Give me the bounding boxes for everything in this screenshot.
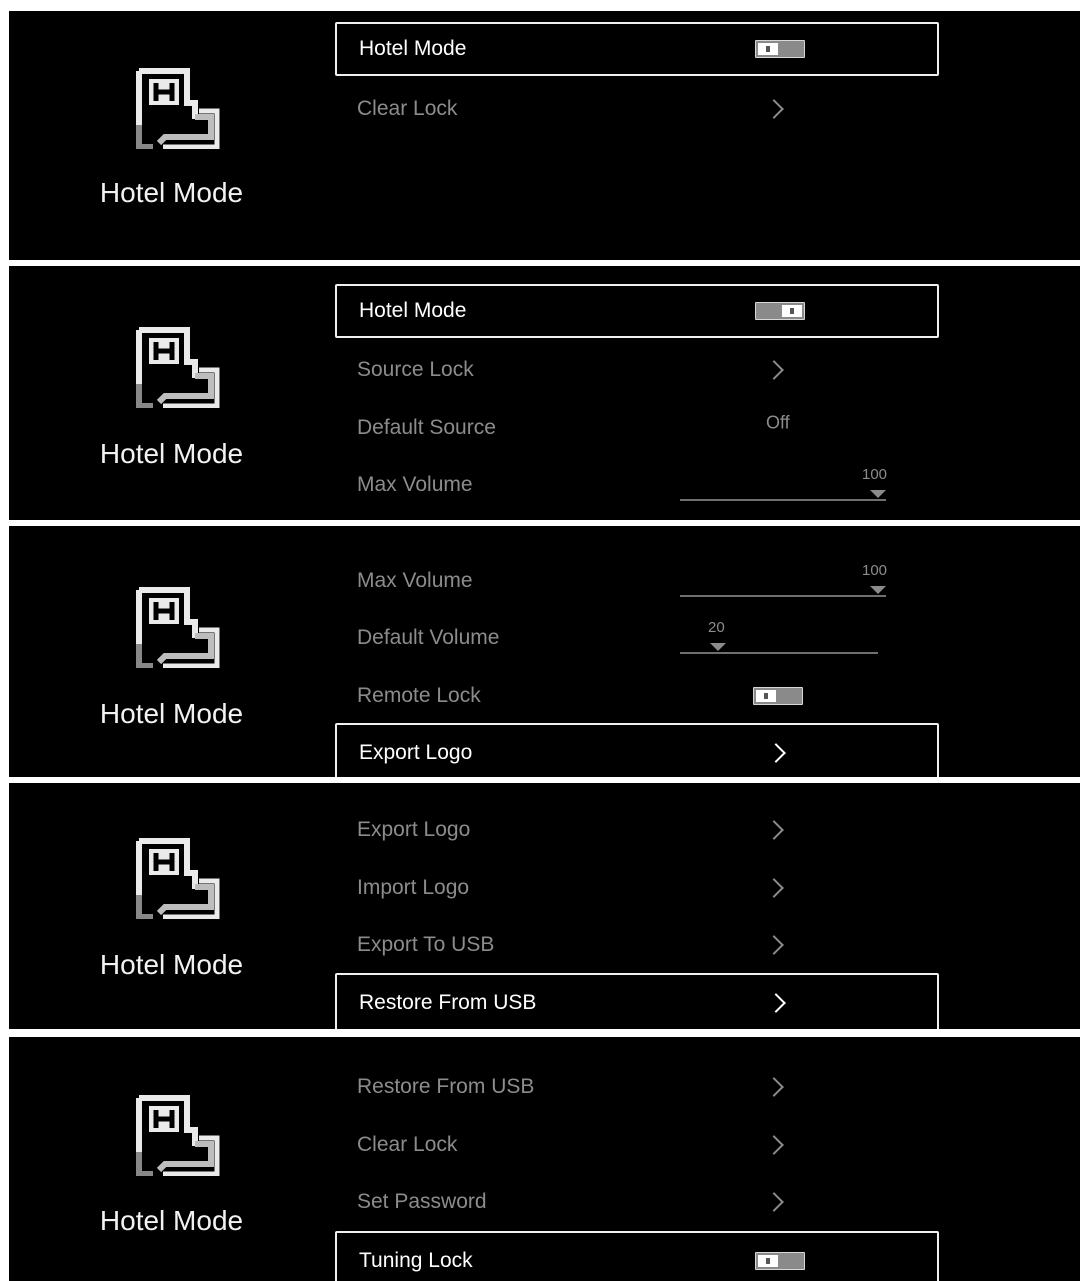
volume-slider-value: 20 bbox=[708, 619, 725, 636]
toggle-knob bbox=[758, 43, 778, 55]
menu-row-label: Import Logo bbox=[357, 876, 470, 899]
menu-row-label: Default Source bbox=[357, 416, 496, 439]
hotel-mode-screen-2: Hotel Mode Hotel Mode Source Lock Defaul… bbox=[9, 266, 1080, 520]
volume-slider-track[interactable] bbox=[680, 499, 886, 501]
menu-row-hotel-mode[interactable]: Hotel Mode bbox=[335, 284, 939, 338]
menu-row-label: Source Lock bbox=[357, 358, 474, 381]
menu-row-clear-lock[interactable]: Clear Lock bbox=[335, 1118, 939, 1172]
menu-row-label: Max Volume bbox=[357, 569, 473, 592]
toggle-knob bbox=[782, 305, 802, 317]
brand-area: Hotel Mode bbox=[9, 1037, 339, 1281]
toggle-switch[interactable] bbox=[755, 302, 805, 320]
chevron-right-icon bbox=[764, 820, 784, 840]
hotel-mode-icon bbox=[133, 326, 223, 408]
volume-slider-value: 100 bbox=[862, 466, 888, 483]
menu-row-label: Hotel Mode bbox=[359, 37, 467, 60]
brand-area: Hotel Mode bbox=[9, 526, 339, 777]
menu-row-max-volume[interactable]: Max Volume 100 bbox=[335, 554, 939, 608]
volume-slider-value: 100 bbox=[862, 562, 888, 579]
menu-row-export-logo[interactable]: Export Logo bbox=[335, 803, 939, 857]
hotel-mode-icon bbox=[133, 586, 223, 668]
chevron-right-icon bbox=[764, 935, 784, 955]
menu-row-label: Clear Lock bbox=[357, 1133, 458, 1156]
chevron-right-icon bbox=[764, 99, 784, 119]
chevron-right-icon bbox=[764, 1192, 784, 1212]
toggle-knob bbox=[758, 1255, 778, 1267]
hotel-mode-icon bbox=[133, 67, 223, 149]
brand-title: Hotel Mode bbox=[99, 949, 244, 980]
brand-title: Hotel Mode bbox=[99, 698, 244, 729]
chevron-right-icon bbox=[766, 993, 786, 1013]
hotel-mode-screen-5: Hotel Mode Restore From USB Clear Lock S… bbox=[9, 1037, 1080, 1281]
menu-row-import-logo[interactable]: Import Logo bbox=[335, 861, 939, 915]
toggle-switch[interactable] bbox=[753, 687, 803, 705]
volume-slider-track[interactable] bbox=[680, 652, 878, 654]
volume-slider-track[interactable] bbox=[680, 595, 886, 597]
brand-area: Hotel Mode bbox=[9, 11, 339, 260]
toggle-switch[interactable] bbox=[755, 40, 805, 58]
menu-row-export-logo[interactable]: Export Logo bbox=[335, 723, 939, 777]
brand-area: Hotel Mode bbox=[9, 783, 339, 1029]
volume-slider-thumb[interactable] bbox=[870, 586, 886, 594]
hotel-mode-screen-4: Hotel Mode Export Logo Import Logo Expor… bbox=[9, 783, 1080, 1029]
menu-row-label: Export To USB bbox=[357, 933, 495, 956]
brand-area: Hotel Mode bbox=[9, 266, 339, 520]
chevron-right-icon bbox=[764, 1077, 784, 1097]
hotel-mode-screen-1: Hotel Mode Hotel Mode Clear Lock bbox=[9, 11, 1080, 260]
menu-row-label: Tuning Lock bbox=[359, 1249, 473, 1272]
chevron-right-icon bbox=[764, 360, 784, 380]
menu-row-clear-lock[interactable]: Clear Lock bbox=[335, 82, 939, 136]
hotel-mode-icon bbox=[133, 1094, 223, 1176]
menu-row-label: Export Logo bbox=[357, 818, 471, 841]
menu-row-label: Default Volume bbox=[357, 626, 500, 649]
toggle-switch[interactable] bbox=[755, 1252, 805, 1270]
chevron-right-icon bbox=[764, 878, 784, 898]
menu-row-label: Remote Lock bbox=[357, 684, 481, 707]
menu-row-restore-from-usb[interactable]: Restore From USB bbox=[335, 973, 939, 1029]
hotel-mode-icon bbox=[133, 837, 223, 919]
chevron-right-icon bbox=[766, 743, 786, 763]
volume-slider-thumb[interactable] bbox=[710, 643, 726, 651]
menu-row-default-source[interactable]: Default Source Off bbox=[335, 401, 939, 455]
menu-row-label: Restore From USB bbox=[359, 991, 537, 1014]
setting-value: Off bbox=[766, 412, 790, 433]
menu-row-set-password[interactable]: Set Password bbox=[335, 1175, 939, 1229]
menu-row-label: Hotel Mode bbox=[359, 299, 467, 322]
toggle-knob bbox=[756, 690, 776, 702]
menu-row-label: Restore From USB bbox=[357, 1075, 535, 1098]
menu-row-export-to-usb[interactable]: Export To USB bbox=[335, 918, 939, 972]
menu-row-label: Clear Lock bbox=[357, 97, 458, 120]
menu-row-label: Set Password bbox=[357, 1190, 487, 1213]
chevron-right-icon bbox=[764, 1135, 784, 1155]
volume-slider-thumb[interactable] bbox=[870, 490, 886, 498]
brand-title: Hotel Mode bbox=[99, 438, 244, 469]
brand-title: Hotel Mode bbox=[99, 177, 244, 208]
menu-row-default-volume[interactable]: Default Volume 20 bbox=[335, 611, 939, 665]
brand-title: Hotel Mode bbox=[99, 1205, 244, 1236]
menu-row-max-volume[interactable]: Max Volume 100 bbox=[335, 458, 939, 512]
hotel-mode-screen-3: Hotel Mode Max Volume 100 Default Volume 2… bbox=[9, 526, 1080, 777]
menu-row-restore-from-usb[interactable]: Restore From USB bbox=[335, 1060, 939, 1114]
menu-row-hotel-mode[interactable]: Hotel Mode bbox=[335, 22, 939, 76]
menu-row-remote-lock[interactable]: Remote Lock bbox=[335, 669, 939, 723]
menu-row-label: Max Volume bbox=[357, 473, 473, 496]
menu-row-label: Export Logo bbox=[359, 741, 473, 764]
menu-row-source-lock[interactable]: Source Lock bbox=[335, 343, 939, 397]
menu-row-tuning-lock[interactable]: Tuning Lock bbox=[335, 1231, 939, 1281]
